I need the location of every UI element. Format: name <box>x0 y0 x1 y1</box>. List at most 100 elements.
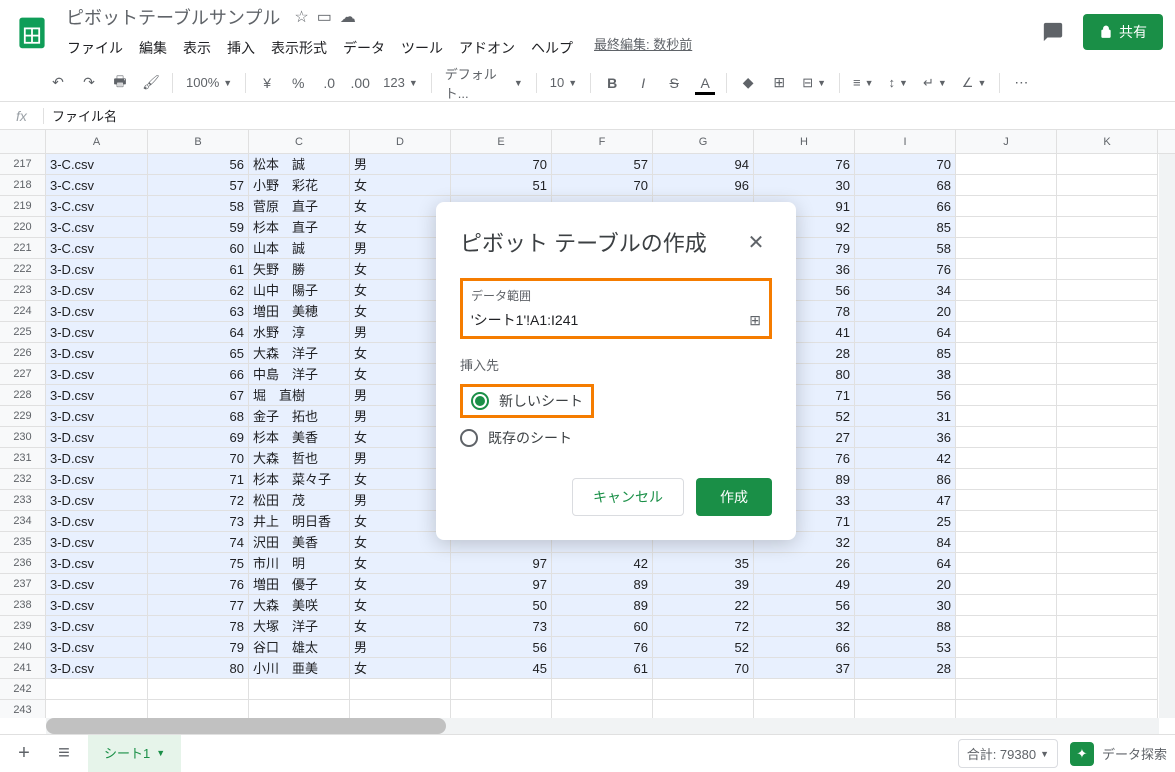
row-header[interactable]: 242 <box>0 679 45 700</box>
explore-button[interactable]: ✦ データ探索 <box>1070 742 1167 766</box>
cell[interactable] <box>1057 700 1158 718</box>
cell[interactable] <box>855 700 956 718</box>
cell[interactable] <box>956 301 1057 322</box>
cell[interactable] <box>1057 532 1158 553</box>
cell[interactable]: 59 <box>148 217 249 238</box>
create-button[interactable]: 作成 <box>696 478 772 516</box>
cell[interactable]: 杉本 美香 <box>249 427 350 448</box>
cell[interactable] <box>1057 616 1158 637</box>
borders-button[interactable]: ⊞ <box>765 69 793 97</box>
row-header[interactable]: 235 <box>0 532 45 553</box>
row-header[interactable]: 220 <box>0 217 45 238</box>
percent-button[interactable]: % <box>284 69 312 97</box>
cell[interactable]: 74 <box>148 532 249 553</box>
cell[interactable]: 3-D.csv <box>46 637 148 658</box>
cell[interactable]: 42 <box>855 448 956 469</box>
menu-アドオン[interactable]: アドオン <box>452 34 522 62</box>
cell[interactable]: 58 <box>148 196 249 217</box>
cell[interactable]: 女 <box>350 574 451 595</box>
cell[interactable]: 3-D.csv <box>46 448 148 469</box>
cell[interactable] <box>956 532 1057 553</box>
col-header-D[interactable]: D <box>350 130 451 153</box>
cell[interactable] <box>754 679 855 700</box>
cell[interactable]: 沢田 美香 <box>249 532 350 553</box>
merge-button[interactable]: ⊟▼ <box>796 69 832 97</box>
cell[interactable] <box>653 679 754 700</box>
formula-input[interactable]: ファイル名 <box>44 106 1175 125</box>
cell[interactable]: 89 <box>552 574 653 595</box>
cell[interactable]: 69 <box>148 427 249 448</box>
cell[interactable]: 3-D.csv <box>46 532 148 553</box>
cell[interactable]: 3-D.csv <box>46 406 148 427</box>
cell[interactable] <box>1057 469 1158 490</box>
wrap-button[interactable]: ↵▼ <box>917 69 953 97</box>
cell[interactable]: 増田 美穂 <box>249 301 350 322</box>
cell[interactable]: 70 <box>451 154 552 175</box>
select-all-corner[interactable] <box>0 130 46 153</box>
cell[interactable] <box>956 427 1057 448</box>
cell[interactable]: 76 <box>754 154 855 175</box>
sheet-tab[interactable]: シート1 ▼ <box>88 735 181 772</box>
move-icon[interactable]: ▭ <box>317 7 332 27</box>
cell[interactable] <box>1057 259 1158 280</box>
cell[interactable]: 73 <box>451 616 552 637</box>
text-color-button[interactable]: A <box>691 69 719 97</box>
rotate-button[interactable]: ∠▼ <box>956 69 993 97</box>
cell[interactable]: 20 <box>855 301 956 322</box>
cell[interactable]: 49 <box>754 574 855 595</box>
row-header[interactable]: 229 <box>0 406 45 427</box>
cell[interactable]: 菅原 直子 <box>249 196 350 217</box>
cell[interactable]: 水野 淳 <box>249 322 350 343</box>
comments-icon[interactable] <box>1035 14 1071 50</box>
cell[interactable]: 85 <box>855 343 956 364</box>
cell[interactable] <box>956 637 1057 658</box>
cell[interactable]: 56 <box>148 154 249 175</box>
add-sheet-button[interactable]: + <box>8 738 40 770</box>
cell[interactable] <box>956 616 1057 637</box>
cell[interactable]: 47 <box>855 490 956 511</box>
cell[interactable]: 3-D.csv <box>46 511 148 532</box>
menu-表示形式[interactable]: 表示形式 <box>264 34 334 62</box>
cell[interactable] <box>148 700 249 718</box>
cell[interactable]: 男 <box>350 154 451 175</box>
cell[interactable]: 25 <box>855 511 956 532</box>
cell[interactable]: 64 <box>855 553 956 574</box>
cell[interactable]: 小川 亜美 <box>249 658 350 679</box>
cell[interactable]: 31 <box>855 406 956 427</box>
cell[interactable]: 3-D.csv <box>46 343 148 364</box>
row-header[interactable]: 243 <box>0 700 45 718</box>
row-header[interactable]: 222 <box>0 259 45 280</box>
all-sheets-button[interactable]: ≡ <box>48 738 80 770</box>
cancel-button[interactable]: キャンセル <box>572 478 684 516</box>
cell[interactable] <box>956 490 1057 511</box>
cell[interactable]: 3-D.csv <box>46 490 148 511</box>
row-header[interactable]: 237 <box>0 574 45 595</box>
cell[interactable]: 70 <box>552 175 653 196</box>
col-header-I[interactable]: I <box>855 130 956 153</box>
cell[interactable] <box>1057 385 1158 406</box>
cell[interactable]: 65 <box>148 343 249 364</box>
close-icon[interactable]: ✕ <box>740 226 772 258</box>
row-header[interactable]: 224 <box>0 301 45 322</box>
cell[interactable]: 76 <box>552 637 653 658</box>
col-header-B[interactable]: B <box>148 130 249 153</box>
font-size-dropdown[interactable]: 10▼ <box>544 69 583 97</box>
cell[interactable] <box>956 259 1057 280</box>
cell[interactable]: 51 <box>451 175 552 196</box>
cell[interactable]: 女 <box>350 658 451 679</box>
row-header[interactable]: 240 <box>0 637 45 658</box>
row-header[interactable]: 241 <box>0 658 45 679</box>
cell[interactable] <box>1057 658 1158 679</box>
redo-button[interactable]: ↷ <box>75 69 103 97</box>
cell[interactable]: 72 <box>653 616 754 637</box>
cell[interactable] <box>451 679 552 700</box>
cell[interactable] <box>249 700 350 718</box>
cell[interactable]: 3-C.csv <box>46 238 148 259</box>
cell[interactable]: 94 <box>653 154 754 175</box>
cell[interactable]: 89 <box>552 595 653 616</box>
cell[interactable]: 56 <box>754 595 855 616</box>
cell[interactable]: 64 <box>148 322 249 343</box>
cell[interactable]: 42 <box>552 553 653 574</box>
cell[interactable]: 3-C.csv <box>46 196 148 217</box>
cell[interactable] <box>1057 217 1158 238</box>
